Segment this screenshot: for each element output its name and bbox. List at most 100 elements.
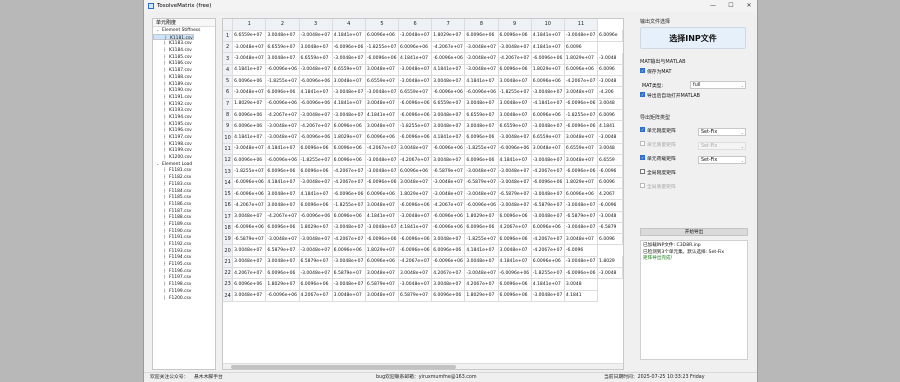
column-header[interactable]: 11 — [564, 19, 599, 31]
row-header[interactable]: 24 — [223, 290, 234, 302]
table-cell[interactable]: -3.0048e+07 — [332, 109, 366, 122]
table-cell[interactable]: -6.0096e+06 — [232, 188, 267, 201]
select-inp-button[interactable]: 选择INP文件 — [640, 27, 746, 49]
table-cell[interactable]: -4.2067e+07 — [332, 233, 366, 246]
table-cell[interactable]: -6.0096e+06 — [398, 199, 433, 212]
table-cell[interactable]: 4.1841e+07 — [398, 222, 433, 235]
tree-item-stiffness-file[interactable]: ├ K1181.csv — [153, 33, 194, 41]
table-cell[interactable]: -6.0096e+06 — [299, 131, 333, 144]
table-cell[interactable]: -3.0048e+07 — [498, 41, 532, 54]
table-cell[interactable]: 3.0048e+07 — [564, 233, 599, 246]
table-cell[interactable]: -4.2067e+07 — [232, 199, 267, 212]
table-cell[interactable]: 1.8029e+07 — [464, 290, 499, 302]
table-cell[interactable]: -3.0048e+07 — [299, 233, 333, 246]
table-cell[interactable]: -3.0048 — [597, 75, 623, 88]
table-cell[interactable]: 6.0096e+06 — [498, 211, 532, 223]
table-cell[interactable]: -4.2067e+07 — [398, 154, 433, 167]
table-cell[interactable]: 4.1841e+07 — [265, 177, 300, 189]
table-cell[interactable]: 4.2067 — [597, 188, 623, 201]
table-cell[interactable]: -3.0048e+07 — [332, 222, 366, 235]
table-cell[interactable]: -6.0096e+06 — [365, 177, 400, 189]
tree-item-load-file[interactable]: ├ F1197.csv — [153, 274, 215, 281]
open-matlab-checkbox[interactable]: ✓ 导出后自动打开MATLAB — [640, 92, 700, 101]
table-cell[interactable]: 4.1841e+07 — [299, 86, 333, 99]
table-cell[interactable]: 6.0096e+06 — [464, 30, 499, 43]
table-cell[interactable]: -3.0048e+07 — [398, 30, 433, 43]
table-cell[interactable]: -3.0048e+07 — [332, 86, 366, 99]
table-cell[interactable]: -3.0048e+07 — [498, 131, 532, 144]
row-header[interactable]: 20 — [223, 244, 234, 257]
table-cell[interactable]: -6.0096e+06 — [398, 244, 433, 257]
row-header[interactable]: 11 — [223, 143, 234, 156]
table-cell[interactable]: -3.0048e+07 — [464, 41, 499, 54]
tree-item-load-file[interactable]: ├ F1196.csv — [153, 268, 215, 275]
table-cell[interactable]: 6.6559e+07 — [431, 98, 466, 110]
row-header[interactable]: 4 — [223, 64, 234, 76]
table-cell[interactable]: 6.5879e+07 — [332, 267, 366, 280]
table-cell[interactable]: -3.0048e+07 — [365, 165, 400, 178]
export-option-checkbox[interactable]: 全局质量矩阵 — [640, 183, 676, 192]
tree-item-stiffness-file[interactable]: ├ K1192.csv — [153, 101, 215, 108]
table-cell[interactable]: -6.0096e+06 — [299, 211, 333, 223]
table-cell[interactable]: 1.8029e+07 — [232, 98, 267, 110]
table-cell[interactable]: -6.0096e+06 — [265, 64, 300, 76]
table-cell[interactable]: 3.0048e+07 — [265, 256, 300, 269]
table-cell[interactable]: 6.0096e+06 — [531, 109, 565, 122]
column-header[interactable]: 2 — [265, 19, 300, 31]
table-cell[interactable]: -6.0096 — [564, 244, 599, 257]
table-cell[interactable]: 6.6559 — [597, 154, 623, 167]
table-cell[interactable]: 4.1841e+07 — [531, 41, 565, 54]
table-cell[interactable]: -1.8255e+07 — [464, 143, 499, 156]
table-cell[interactable]: 4.1841e+07 — [498, 256, 532, 269]
table-cell[interactable]: -3.0048e+07 — [299, 267, 333, 280]
table-cell[interactable]: -3.0048e+07 — [365, 222, 400, 235]
close-button[interactable]: ✕ — [740, 0, 757, 12]
table-cell[interactable]: 1.8029e+07 — [265, 278, 300, 291]
table-cell[interactable]: -6.0096e+06 — [431, 211, 466, 223]
table-cell[interactable]: 1.8029e+07 — [431, 30, 466, 43]
table-cell[interactable]: -3.0048e+07 — [232, 143, 267, 156]
table-cell[interactable]: -3.0048e+07 — [531, 154, 565, 167]
table-cell[interactable]: -3.0048e+07 — [531, 211, 565, 223]
table-cell[interactable]: -3.0048e+07 — [564, 256, 599, 269]
table-cell[interactable]: 3.0048 — [597, 143, 623, 156]
table-cell[interactable]: -6.5879e+07 — [564, 211, 599, 223]
table-cell[interactable]: -6.0096e+06 — [564, 98, 599, 110]
table-cell[interactable]: 3.0048e+07 — [232, 244, 267, 257]
table-cell[interactable]: -3.0048e+07 — [464, 165, 499, 178]
table-cell[interactable]: -3.0048 — [597, 267, 623, 280]
row-header[interactable]: 21 — [223, 256, 234, 269]
table-cell[interactable]: 3.0048e+07 — [531, 143, 565, 156]
table-cell[interactable]: -6.5879e+07 — [431, 165, 466, 178]
table-cell[interactable]: -3.0048e+07 — [232, 41, 267, 54]
table-cell[interactable]: 6.6559e+07 — [299, 52, 333, 65]
table-cell[interactable]: 6.6559e+07 — [464, 109, 499, 122]
table-cell[interactable]: 6.0096e+06 — [232, 154, 267, 167]
tree-item-stiffness-file[interactable]: ├ K1190.csv — [153, 87, 215, 94]
table-cell[interactable]: 6.0096e+06 — [232, 75, 267, 88]
table-cell[interactable]: 4.1841e+07 — [398, 52, 433, 65]
tree-item-load-file[interactable]: ├ F1195.csv — [153, 261, 215, 268]
table-cell[interactable]: 6.6559e+07 — [498, 120, 532, 133]
table-cell[interactable]: 4.2067e+07 — [299, 290, 333, 302]
table-cell[interactable]: 1.8029e+07 — [564, 52, 599, 65]
file-tree[interactable]: 单元刚度 ⌄Element Stiffness├K1181.csv├K1182.… — [152, 18, 216, 370]
tree-item-stiffness-file[interactable]: ├ K1193.csv — [153, 107, 215, 114]
table-cell[interactable]: 3.0048e+07 — [365, 267, 400, 280]
table-cell[interactable]: -6.0096e+06 — [398, 233, 433, 246]
table-cell[interactable]: -6.5879 — [597, 222, 623, 235]
table-cell[interactable]: 6.5879e+07 — [265, 244, 300, 257]
column-header[interactable]: 7 — [431, 19, 466, 31]
table-cell[interactable]: -3.0048e+07 — [265, 233, 300, 246]
tree-item-stiffness-file[interactable]: ├ K1184.csv — [153, 47, 215, 54]
start-export-button[interactable]: 开始导出 — [640, 228, 748, 236]
table-cell[interactable]: -6.0096e+06 — [265, 98, 300, 110]
table-cell[interactable]: -3.0048e+07 — [464, 267, 499, 280]
tree-item-stiffness-file[interactable]: ├ K1183.csv — [153, 40, 215, 47]
table-cell[interactable]: 3.0048e+07 — [265, 188, 300, 201]
table-cell[interactable]: 4.1841e+07 — [531, 278, 565, 291]
table-cell[interactable]: -3.0048e+07 — [464, 188, 499, 201]
table-cell[interactable]: 3.0048e+07 — [431, 109, 466, 122]
table-cell[interactable]: -6.0096e+06 — [332, 41, 366, 54]
table-cell[interactable]: 4.1841e+07 — [365, 211, 400, 223]
